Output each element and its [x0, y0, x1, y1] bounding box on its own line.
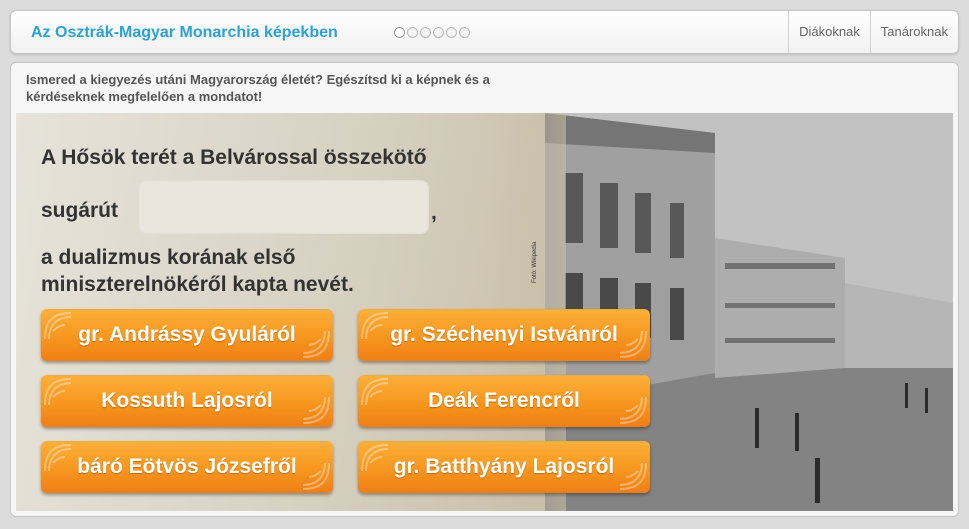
answer-option-label: Kossuth Lajosról: [101, 389, 273, 412]
exercise-panel: Ismered a kiegyezés utáni Magyarország é…: [10, 62, 959, 517]
question-line-1: A Hősök terét a Belvárossal összekötő: [41, 146, 427, 169]
progress-dot-3[interactable]: [420, 27, 431, 38]
answer-option-3[interactable]: Kossuth Lajosról: [41, 375, 333, 427]
nav-link-students[interactable]: Diákoknak: [788, 11, 870, 53]
progress-dot-6[interactable]: [459, 27, 470, 38]
answer-option-4[interactable]: Deák Ferencről: [358, 375, 650, 427]
answer-option-label: gr. Andrássy Gyuláról: [78, 323, 296, 346]
instructions-text: Ismered a kiegyezés utáni Magyarország é…: [26, 72, 490, 104]
app-title: Az Osztrák-Magyar Monarchia képekben: [31, 24, 338, 41]
progress-dot-1[interactable]: [394, 27, 405, 38]
ornament-icon: [44, 378, 72, 406]
progress-dot-2[interactable]: [407, 27, 418, 38]
answer-option-2[interactable]: gr. Széchenyi Istvánról: [358, 309, 650, 361]
ornament-icon: [361, 312, 389, 340]
ornament-icon: [619, 462, 647, 490]
progress-dot-5[interactable]: [446, 27, 457, 38]
app-header: Az Osztrák-Magyar Monarchia képekben Diá…: [10, 10, 959, 54]
question-line-3: a dualizmus korának első: [41, 246, 296, 269]
photo-credit: Fotó: Wikipedia: [532, 241, 538, 283]
ornament-icon: [619, 396, 647, 424]
answer-option-label: báró Eötvös Józsefről: [77, 455, 297, 478]
ornament-icon: [361, 444, 389, 472]
answer-option-6[interactable]: gr. Batthyány Lajosról: [358, 441, 650, 493]
ornament-icon: [44, 312, 72, 340]
progress-dot-4[interactable]: [433, 27, 444, 38]
answer-option-label: Deák Ferencről: [428, 389, 580, 412]
answer-option-5[interactable]: báró Eötvös Józsefről: [41, 441, 333, 493]
answer-option-label: gr. Széchenyi Istvánról: [390, 323, 618, 346]
question-line-4: miniszterelnökéről kapta nevét.: [41, 273, 354, 296]
answer-drop-zone[interactable]: [138, 180, 429, 234]
ornament-icon: [361, 378, 389, 406]
question-line-2-prefix: sugárút: [41, 199, 119, 222]
ornament-icon: [302, 330, 330, 358]
progress-dots: [394, 27, 470, 38]
header-nav: Diákoknak Tanároknak: [788, 11, 958, 53]
ornament-icon: [44, 444, 72, 472]
ornament-icon: [619, 330, 647, 358]
answer-option-label: gr. Batthyány Lajosról: [393, 455, 615, 478]
answer-option-1[interactable]: gr. Andrássy Gyuláról: [41, 309, 333, 361]
nav-link-teachers[interactable]: Tanároknak: [869, 11, 958, 53]
question-comma: ,: [431, 201, 437, 224]
ornament-icon: [302, 396, 330, 424]
ornament-icon: [302, 462, 330, 490]
exercise-stage: Fotó: Wikipedia A Hősök terét a Belváros…: [16, 113, 953, 511]
